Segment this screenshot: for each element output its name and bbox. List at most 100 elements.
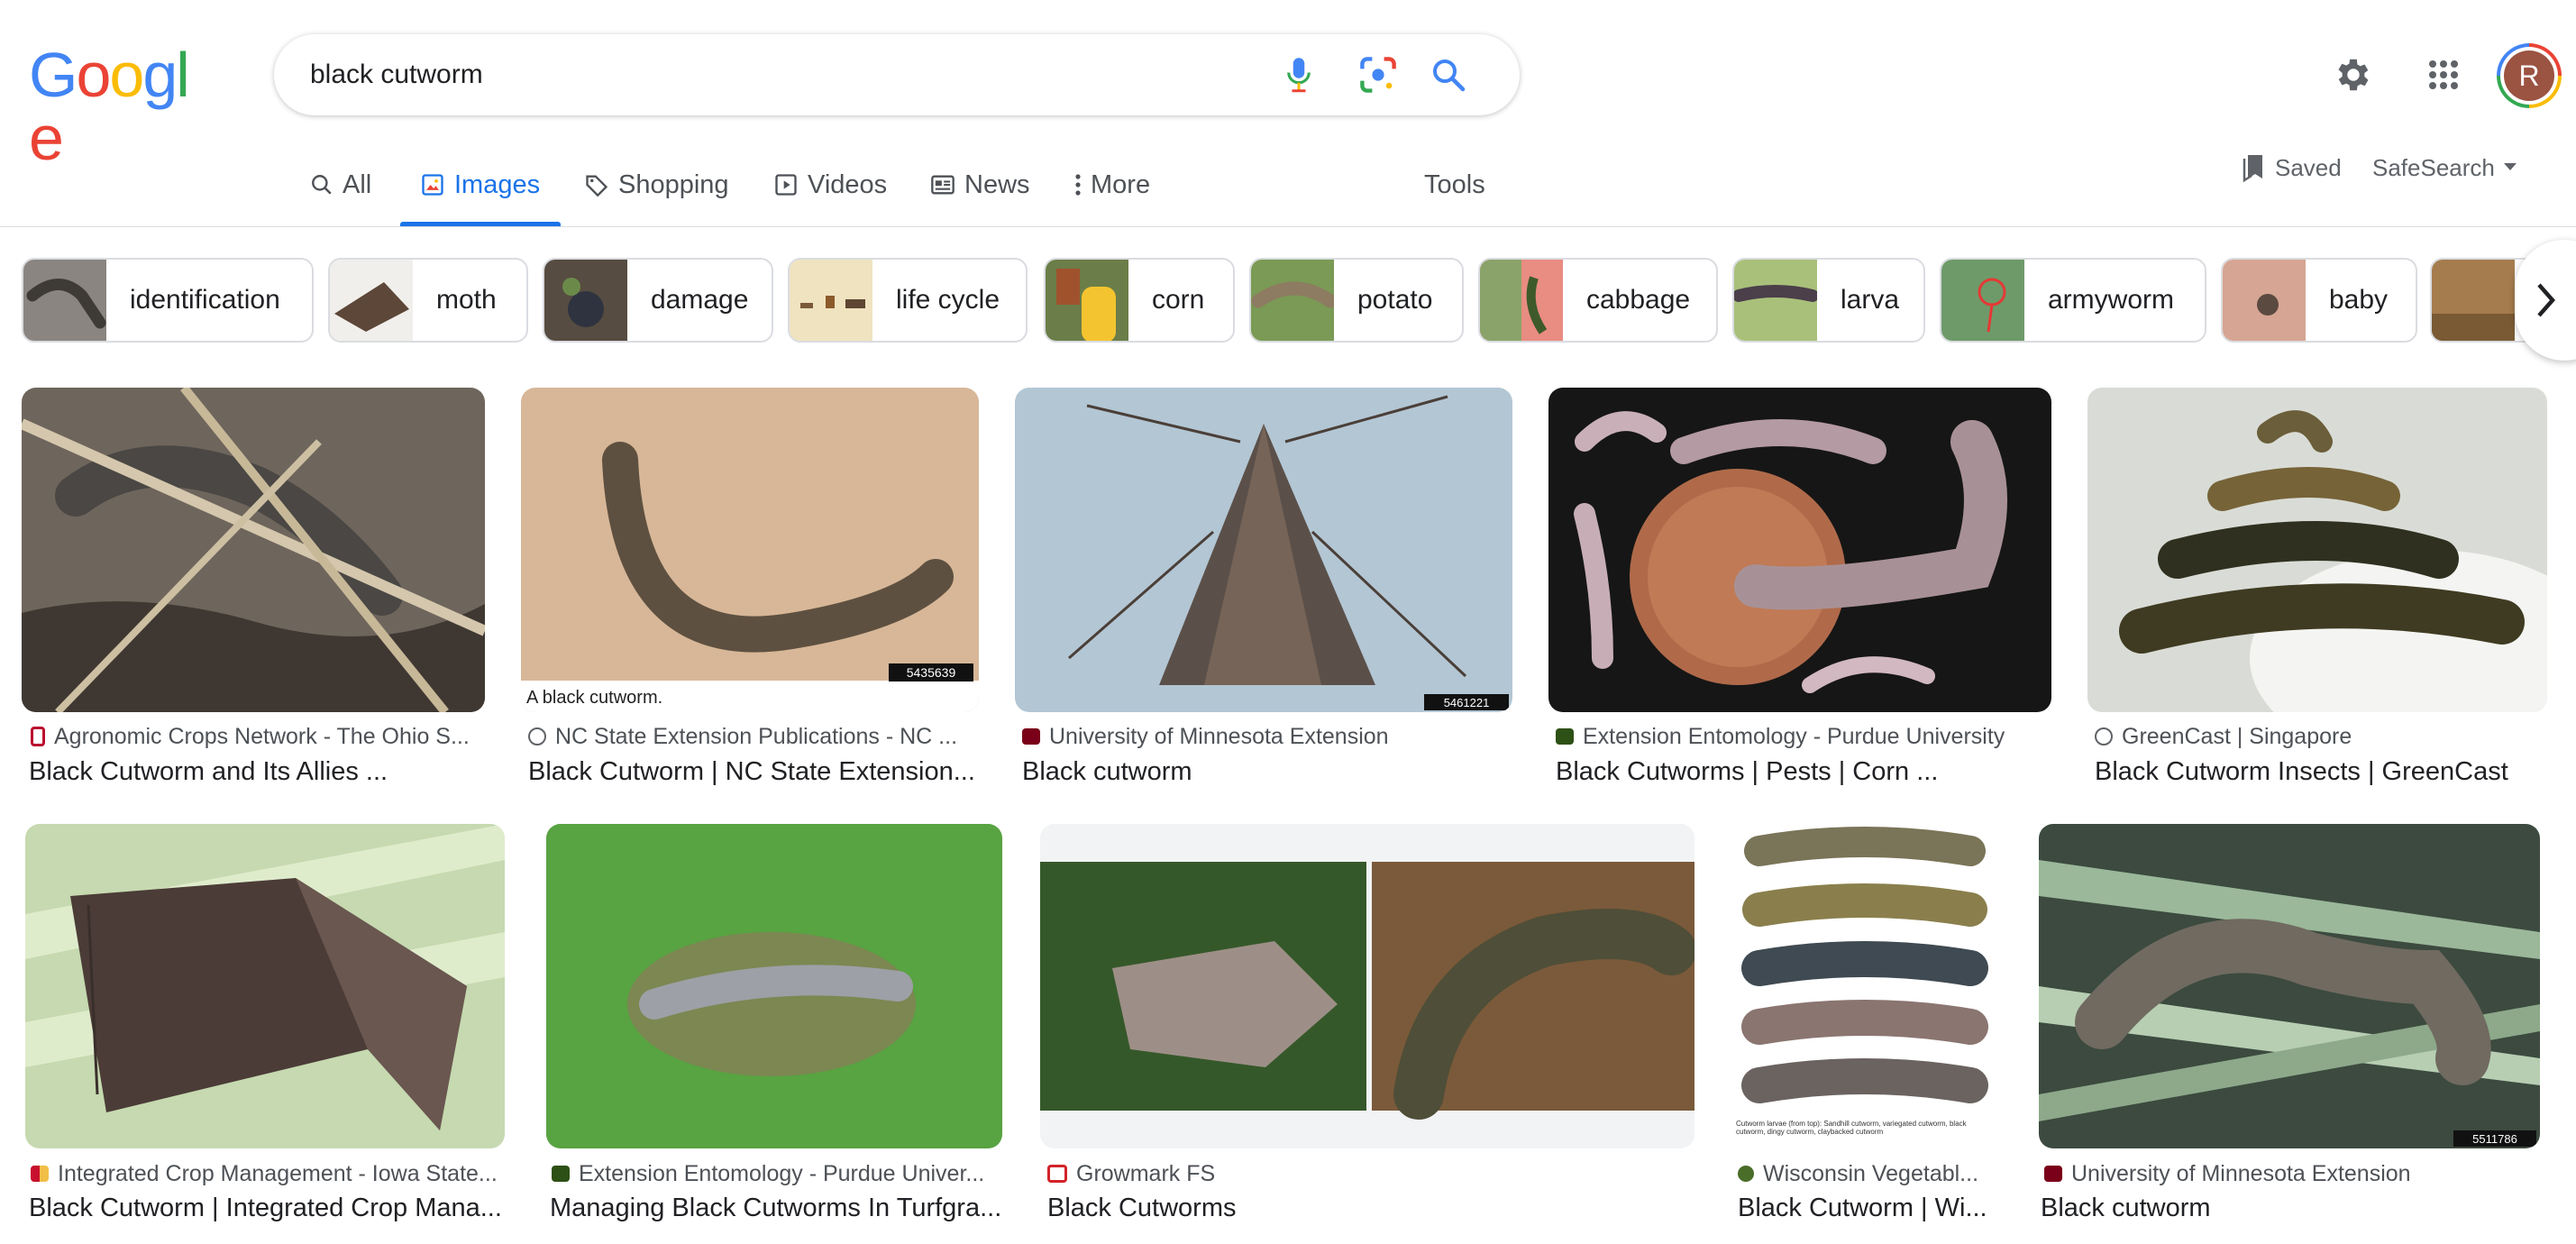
result-image[interactable]: 5461221 — [1015, 388, 1512, 712]
result-source[interactable]: Agronomic Crops Network - The Ohio S... — [31, 721, 481, 752]
source-label: University of Minnesota Extension — [1049, 723, 1389, 749]
chip-cabbage[interactable]: cabbage — [1478, 258, 1718, 343]
tab-news[interactable]: News — [930, 164, 1030, 206]
chip-identification[interactable]: identification — [22, 258, 314, 343]
saved-button[interactable]: Saved — [2241, 151, 2342, 184]
source-label: Extension Entomology - Purdue University — [1583, 723, 2005, 749]
source-label: NC State Extension Publications - NC ... — [555, 723, 958, 749]
image-caption: Cutworm larvae (from top): Sandhill cutw… — [1736, 1120, 1967, 1136]
chip-life-cycle[interactable]: life cycle — [788, 258, 1028, 343]
chip-moth[interactable]: moth — [328, 258, 528, 343]
chip-thumbnail — [2432, 260, 2515, 341]
chip-thumbnail — [330, 260, 413, 341]
tab-more[interactable]: More — [1074, 164, 1150, 206]
globe-icon — [528, 727, 546, 745]
chip-thumbnail — [1734, 260, 1817, 341]
source-label: Wisconsin Vegetabl... — [1763, 1160, 1979, 1186]
chip-thumbnail — [1046, 260, 1128, 341]
search-icon — [312, 175, 332, 195]
result-source[interactable]: Extension Entomology - Purdue Univer... — [552, 1158, 1000, 1189]
tab-all[interactable]: All — [310, 164, 371, 206]
settings-icon[interactable] — [2331, 52, 2376, 97]
tab-images[interactable]: Images — [420, 164, 540, 206]
chip-potato[interactable]: potato — [1249, 258, 1464, 343]
result-title[interactable]: Black cutworm — [2041, 1190, 2538, 1226]
result-title[interactable]: Black Cutworms — [1047, 1190, 1687, 1226]
result-source[interactable]: GreenCast | Singapore — [2095, 721, 2545, 752]
tab-label: More — [1091, 169, 1151, 199]
result-source[interactable]: University of Minnesota Extension — [2044, 1158, 2538, 1189]
source-label: Integrated Crop Management - Iowa State.… — [58, 1160, 498, 1186]
chip-label: life cycle — [896, 285, 1000, 315]
dots-icon — [1075, 174, 1081, 196]
safesearch-button[interactable]: SafeSearch — [2372, 151, 2517, 184]
chip-thumbnail — [1480, 260, 1563, 341]
chip-label: larva — [1841, 285, 1900, 315]
result-title[interactable]: Black Cutworms | Pests | Corn ... — [1556, 754, 2050, 790]
result-title[interactable]: Black cutworm — [1022, 754, 1509, 790]
purdue-favicon — [1556, 728, 1574, 745]
chip-corn[interactable]: corn — [1044, 258, 1235, 343]
result-source[interactable]: Extension Entomology - Purdue University — [1556, 721, 2050, 752]
result-image[interactable]: 5511786 — [2039, 824, 2540, 1148]
apps-icon[interactable] — [2421, 52, 2466, 97]
tools-button[interactable]: Tools — [1424, 164, 1485, 206]
chip-thumbnail — [790, 260, 872, 341]
avatar-initial: R — [2504, 50, 2554, 101]
source-label: GreenCast | Singapore — [2122, 723, 2352, 749]
result-image[interactable] — [2087, 388, 2547, 712]
result-title[interactable]: Managing Black Cutworms In Turfgra... — [550, 1190, 1000, 1226]
chip-larva[interactable]: larva — [1732, 258, 1925, 343]
result-image[interactable] — [1548, 388, 2051, 712]
result-source[interactable]: NC State Extension Publications - NC ... — [528, 721, 975, 752]
search-input[interactable]: black cutworm — [310, 34, 483, 115]
result-title[interactable]: Black Cutworm Insects | GreenCast — [2095, 754, 2545, 790]
result-title[interactable]: Black Cutworm | Wi... — [1738, 1190, 1999, 1226]
result-image[interactable] — [25, 824, 505, 1148]
chip-label: armyworm — [2048, 285, 2174, 315]
result-source[interactable]: Growmark FS — [1047, 1158, 1687, 1189]
avatar[interactable]: R — [2497, 43, 2562, 108]
tag-icon — [586, 175, 608, 197]
result-source[interactable]: University of Minnesota Extension — [1022, 721, 1509, 752]
result-source[interactable]: Integrated Crop Management - Iowa State.… — [31, 1158, 499, 1189]
image-id-tag: 5435639 — [907, 665, 956, 680]
tab-label: Shopping — [618, 169, 729, 199]
tab-label: Videos — [808, 169, 888, 199]
wisconsin-favicon — [1738, 1166, 1754, 1182]
microphone-icon[interactable] — [1276, 52, 1321, 97]
tools-label: Tools — [1424, 169, 1485, 199]
result-image[interactable] — [546, 824, 1002, 1148]
chip-label: cabbage — [1586, 285, 1691, 315]
result-image[interactable]: Cutworm larvae (from top): Sandhill cutw… — [1732, 824, 1997, 1148]
result-source[interactable]: Wisconsin Vegetabl... — [1738, 1158, 1996, 1189]
umn-favicon — [1022, 728, 1040, 745]
chip-damage[interactable]: damage — [543, 258, 773, 343]
saved-label: Saved — [2275, 153, 2342, 181]
image-icon — [422, 174, 443, 196]
growmark-favicon — [1047, 1165, 1067, 1183]
chip-thumbnail — [23, 260, 106, 341]
image-id-tag: 5461221 — [1444, 696, 1490, 709]
chip-label: identification — [130, 285, 280, 315]
search-icon[interactable] — [1426, 52, 1471, 97]
google-logo[interactable]: Google — [29, 43, 196, 169]
chip-label: baby — [2329, 285, 2389, 315]
chip-baby[interactable]: baby — [2221, 258, 2417, 343]
result-title[interactable]: Black Cutworm | Integrated Crop Mana... — [29, 1190, 505, 1226]
tab-videos[interactable]: Videos — [773, 164, 887, 206]
search-box[interactable]: black cutworm — [274, 34, 1520, 115]
chip-armyworm[interactable]: armyworm — [1940, 258, 2206, 343]
result-title[interactable]: Black Cutworm | NC State Extension... — [528, 754, 975, 790]
result-image[interactable]: 5435639 A black cutworm. — [521, 388, 979, 712]
lens-icon[interactable] — [1356, 52, 1401, 97]
source-label: University of Minnesota Extension — [2071, 1160, 2411, 1186]
chip-thumbnail — [1251, 260, 1334, 341]
chip-label: damage — [651, 285, 749, 315]
umn-favicon — [2044, 1166, 2062, 1182]
result-title[interactable]: Black Cutworm and Its Allies ... — [29, 754, 485, 790]
result-image[interactable] — [22, 388, 485, 712]
tab-shopping[interactable]: Shopping — [584, 164, 729, 206]
chevron-right-icon — [2537, 283, 2556, 317]
result-image[interactable] — [1040, 824, 1694, 1148]
